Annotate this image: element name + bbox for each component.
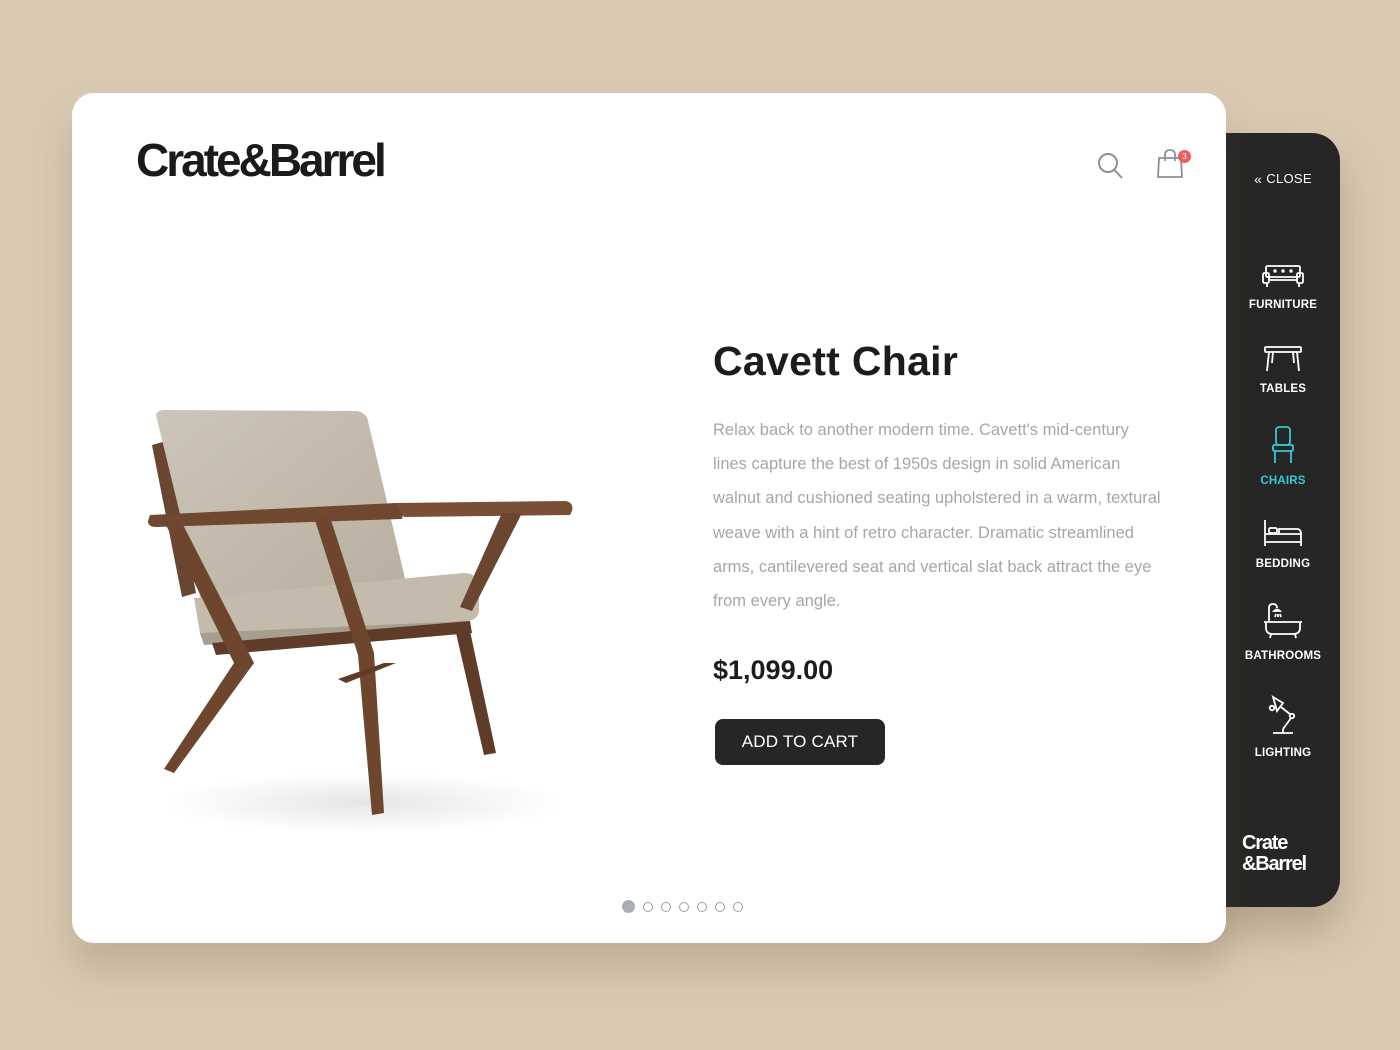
carousel-pagination bbox=[622, 900, 743, 913]
side-item-tables[interactable]: TABLES bbox=[1226, 345, 1340, 397]
product-title: Cavett Chair bbox=[713, 338, 959, 384]
side-item-label: CHAIRS bbox=[1260, 475, 1306, 487]
product-card: Crate&Barrel 3 Cavett Chair Relax back t… bbox=[72, 93, 1226, 943]
sofa-icon bbox=[1262, 265, 1304, 287]
logo-line-2: &Barrel bbox=[1242, 853, 1307, 875]
cart-count-badge: 3 bbox=[1178, 150, 1191, 163]
side-item-label: FURNITURE bbox=[1248, 299, 1318, 311]
product-image bbox=[148, 409, 573, 833]
close-menu-button[interactable]: « CLOSE bbox=[1226, 171, 1340, 186]
side-item-label: BEDDING bbox=[1255, 558, 1311, 570]
search-icon[interactable] bbox=[1097, 151, 1125, 181]
bathtub-icon bbox=[1264, 603, 1302, 639]
side-panel-logo: Crate &Barrel bbox=[1242, 832, 1307, 875]
double-chevron-left-icon: « bbox=[1254, 170, 1263, 187]
side-item-chairs[interactable]: CHAIRS bbox=[1226, 425, 1340, 489]
add-to-cart-button[interactable]: ADD TO CART bbox=[715, 719, 885, 765]
table-icon bbox=[1264, 346, 1302, 372]
carousel-dot[interactable] bbox=[733, 901, 743, 912]
carousel-dot[interactable] bbox=[679, 901, 689, 912]
carousel-dot[interactable] bbox=[661, 901, 671, 912]
close-label: CLOSE bbox=[1266, 171, 1312, 186]
side-item-label: LIGHTING bbox=[1254, 747, 1312, 759]
carousel-dot[interactable] bbox=[622, 900, 635, 913]
side-item-bedding[interactable]: BEDDING bbox=[1226, 518, 1340, 572]
brand-logo[interactable]: Crate&Barrel bbox=[136, 133, 387, 187]
bed-icon bbox=[1264, 520, 1302, 546]
carousel-dot[interactable] bbox=[643, 901, 653, 912]
side-item-lighting[interactable]: LIGHTING bbox=[1226, 693, 1340, 761]
side-panel-content: « CLOSE FURNITURE TABLES CHAIRS BEDDING … bbox=[1226, 133, 1340, 907]
side-item-label: BATHROOMS bbox=[1244, 650, 1322, 662]
side-item-furniture[interactable]: FURNITURE bbox=[1226, 263, 1340, 313]
desk-lamp-icon bbox=[1268, 695, 1296, 734]
side-item-bathrooms[interactable]: BATHROOMS bbox=[1226, 600, 1340, 664]
logo-line-1: Crate bbox=[1242, 832, 1288, 854]
carousel-dot[interactable] bbox=[697, 901, 707, 912]
product-price: $1,099.00 bbox=[713, 655, 834, 685]
product-description: Relax back to another modern time. Cavet… bbox=[713, 421, 1161, 611]
carousel-dot[interactable] bbox=[715, 901, 725, 912]
chair-icon bbox=[1272, 426, 1294, 463]
side-item-label: TABLES bbox=[1259, 383, 1307, 395]
